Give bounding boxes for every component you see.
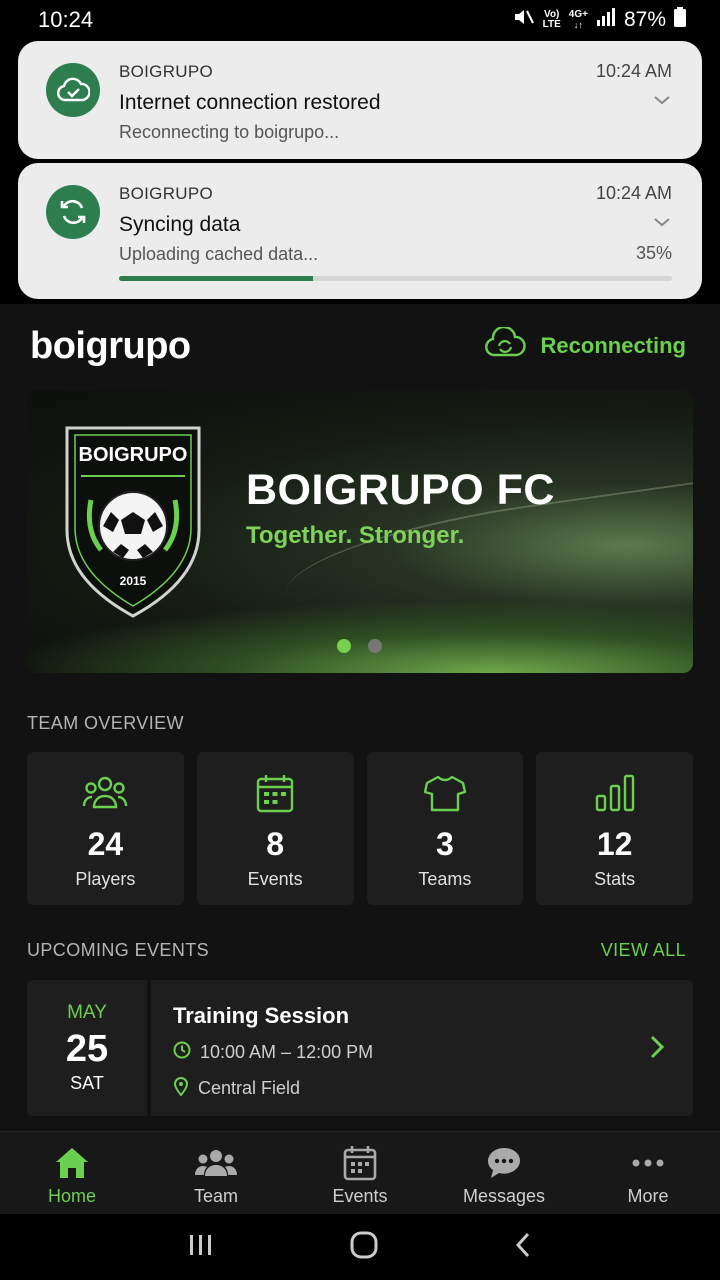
team-overview-cards: 24 Players 8 Events 3 Teams 12 Stats [27,752,693,905]
cloud-check-icon [46,63,100,117]
sync-progress-bar [119,276,672,281]
status-time: 10:24 [38,7,94,32]
team-icon [195,1146,237,1180]
event-date: MAY 25 SAT [27,980,151,1116]
more-icon [631,1146,665,1180]
nav-team[interactable]: Team [144,1132,288,1214]
players-label: Players [75,869,136,889]
back-icon[interactable] [514,1232,532,1263]
sync-icon [46,185,100,239]
stat-card-teams[interactable]: 3 Teams [366,752,524,905]
stats-count: 12 [596,826,633,862]
view-all-link[interactable]: VIEW ALL [601,940,686,961]
event-month: MAY [67,1002,107,1023]
network-type-label: 4G+ [568,9,588,20]
nav-events-label: Events [332,1186,388,1206]
teams-label: Teams [418,869,472,889]
crest-name: BOIGRUPO [78,444,188,466]
event-location: Central Field [198,1078,301,1098]
events-count: 8 [266,826,285,862]
app-screen: 10:24 Vo) LTE 4G+ ↓↑ 87% BOIGRUPO 10:24 … [0,0,720,1280]
nav-team-label: Team [193,1186,238,1206]
users-icon [82,772,128,814]
event-location-row: Central Field [173,1076,300,1101]
clock-icon [173,1041,191,1064]
team-overview-title: TEAM OVERVIEW [27,713,184,733]
notification-title: Syncing data [119,213,241,236]
stat-card-events[interactable]: 8 Events [196,752,354,905]
stats-label: Stats [594,869,636,889]
banner-subtitle: Together. Stronger. [246,522,465,549]
nav-more-label: More [627,1186,669,1206]
battery-icon [674,7,686,33]
status-bar: 10:24 Vo) LTE 4G+ ↓↑ 87% [0,0,720,40]
stat-card-players[interactable]: 24 Players [27,752,184,905]
notification-time: 10:24 AM [595,183,672,203]
event-time: 10:00 AM – 12:00 PM [200,1042,374,1062]
notification-body: Uploading cached data... [119,244,319,264]
jersey-icon [423,772,467,814]
hero-banner[interactable]: BOIGRUPO 2015 BOIGRUPO FC Together. Stro… [27,390,693,673]
signal-icon [596,8,616,32]
bottom-navigation: Home Team Events Messages More [0,1131,720,1214]
club-crest: BOIGRUPO 2015 [61,420,205,625]
event-title: Training Session [173,1003,350,1028]
event-card[interactable]: MAY 25 SAT Training Session 10:00 AM – 1… [27,980,693,1116]
system-navigation-bar [0,1214,720,1280]
connection-status[interactable]: Reconnecting [483,325,686,365]
carousel-dots [337,639,382,653]
notification-connection-restored[interactable]: BOIGRUPO 10:24 AM Internet connection re… [18,41,702,159]
location-pin-icon [173,1076,189,1101]
banner-title: BOIGRUPO FC [246,466,555,514]
mute-icon [513,7,535,33]
chevron-right-icon[interactable] [649,1034,665,1065]
status-icons: Vo) LTE 4G+ ↓↑ 87% [513,7,686,33]
nav-messages-label: Messages [462,1186,546,1206]
notification-body: Reconnecting to boigrupo... [119,122,340,142]
recent-apps-icon[interactable] [188,1233,214,1262]
home-icon [54,1146,90,1180]
events-label: Events [247,869,303,889]
expand-chevron-icon[interactable] [652,215,672,233]
events-icon [343,1146,377,1181]
event-weekday: SAT [70,1073,104,1093]
messages-icon [486,1146,522,1180]
notification-time: 10:24 AM [595,61,672,81]
battery-percent: 87% [623,8,666,31]
network-4g-indicator: 4G+ ↓↑ [568,9,588,31]
sync-progress-percent: 35% [635,243,672,263]
nav-home[interactable]: Home [0,1132,144,1214]
event-time-row: 10:00 AM – 12:00 PM [173,1041,373,1064]
carousel-dot-1[interactable] [337,639,351,653]
home-button-icon[interactable] [350,1231,378,1264]
lte-label: LTE [542,19,561,30]
app-logo: boigrupo [30,324,191,367]
upcoming-events-title: UPCOMING EVENTS [27,940,210,960]
notification-syncing[interactable]: BOIGRUPO 10:24 AM Syncing data Uploading… [18,163,702,299]
stat-card-stats[interactable]: 12 Stats [536,752,693,905]
nav-home-label: Home [47,1186,96,1206]
players-count: 24 [87,826,124,862]
nav-events[interactable]: Events [288,1132,432,1214]
calendar-icon [256,772,294,814]
volte-indicator: Vo) LTE [543,10,561,30]
app-header: boigrupo Reconnecting [0,304,720,388]
data-arrows-icon: ↓↑ [573,20,583,30]
carousel-dot-2[interactable] [368,639,382,653]
cloud-sync-icon [483,325,527,365]
bar-chart-icon [595,772,635,814]
notification-title: Internet connection restored [119,91,381,114]
nav-more[interactable]: More [576,1132,720,1214]
sync-progress-fill [119,276,313,281]
event-day: 25 [65,1028,109,1070]
notification-app-name: BOIGRUPO [119,62,214,81]
notification-app-name: BOIGRUPO [119,184,214,203]
crest-year: 2015 [119,574,147,588]
teams-count: 3 [435,826,454,862]
expand-chevron-icon[interactable] [652,93,672,111]
nav-messages[interactable]: Messages [432,1132,576,1214]
connection-status-label: Reconnecting [540,333,686,358]
